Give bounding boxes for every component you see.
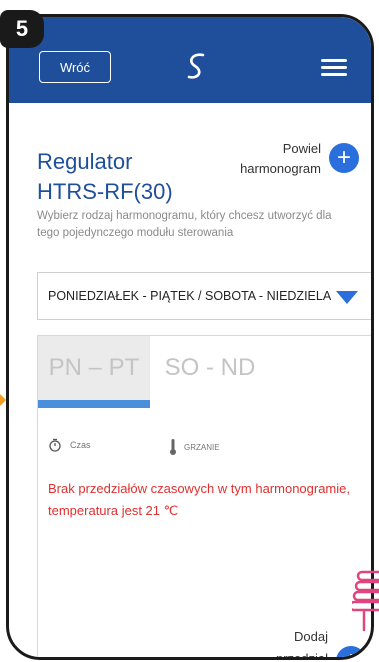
repeat-label-line-1: Powiel <box>282 141 321 156</box>
title-line-2: HTRS-RF(30) <box>37 179 173 204</box>
tab-weekend[interactable]: SO - ND <box>160 336 260 400</box>
column-time: Czas <box>48 438 91 452</box>
plus-icon: + <box>336 144 351 171</box>
thermometer-icon <box>170 439 176 455</box>
pointing-hand-icon <box>352 570 379 632</box>
repeat-label-line-2: harmonogram <box>240 161 321 176</box>
schedule-type-select[interactable]: PONIEDZIAŁEK - PIĄTEK / SOBOTA - NIEDZIE… <box>37 272 371 320</box>
repeat-schedule-button[interactable]: + <box>329 143 359 173</box>
hamburger-menu-icon[interactable] <box>321 59 347 77</box>
page-title: Regulator HTRS-RF(30) <box>37 147 173 207</box>
column-heating-label: GRZANIE <box>184 442 220 452</box>
main-content: Regulator HTRS-RF(30) Powiel harmonogram… <box>9 103 371 657</box>
schedule-card: PN – PT SO - ND Czas GRZANIE Brak przedz… <box>37 335 371 660</box>
stopwatch-icon <box>49 438 61 452</box>
app-logo-icon[interactable] <box>181 49 211 83</box>
empty-schedule-message: Brak przedziałów czasowych w tym harmono… <box>48 481 350 518</box>
back-button[interactable]: Wróć <box>39 51 111 83</box>
dropdown-arrow-icon[interactable] <box>336 291 358 304</box>
column-heating: GRZANIE <box>168 438 220 456</box>
add-interval-label: Dodaj przedział czasowy <box>275 626 328 660</box>
repeat-schedule-label: Powiel harmonogram <box>240 139 321 179</box>
phone-frame: Wróć Regulator HTRS-RF(30) Powiel harmon… <box>6 14 374 660</box>
description-text: Wybierz rodzaj harmonogramu, który chces… <box>37 210 332 239</box>
column-time-label: Czas <box>70 440 91 450</box>
title-line-1: Regulator <box>37 149 133 174</box>
add-label-line-2: przedział <box>275 651 328 660</box>
side-arrow-icon <box>0 394 6 406</box>
top-bar: Wróć <box>9 17 371 103</box>
add-label-line-1: Dodaj <box>294 629 328 644</box>
step-badge: 5 <box>0 10 44 48</box>
tab-weekdays[interactable]: PN – PT <box>38 336 150 408</box>
schedule-type-value: PONIEDZIAŁEK - PIĄTEK / SOBOTA - NIEDZIE… <box>48 289 332 303</box>
